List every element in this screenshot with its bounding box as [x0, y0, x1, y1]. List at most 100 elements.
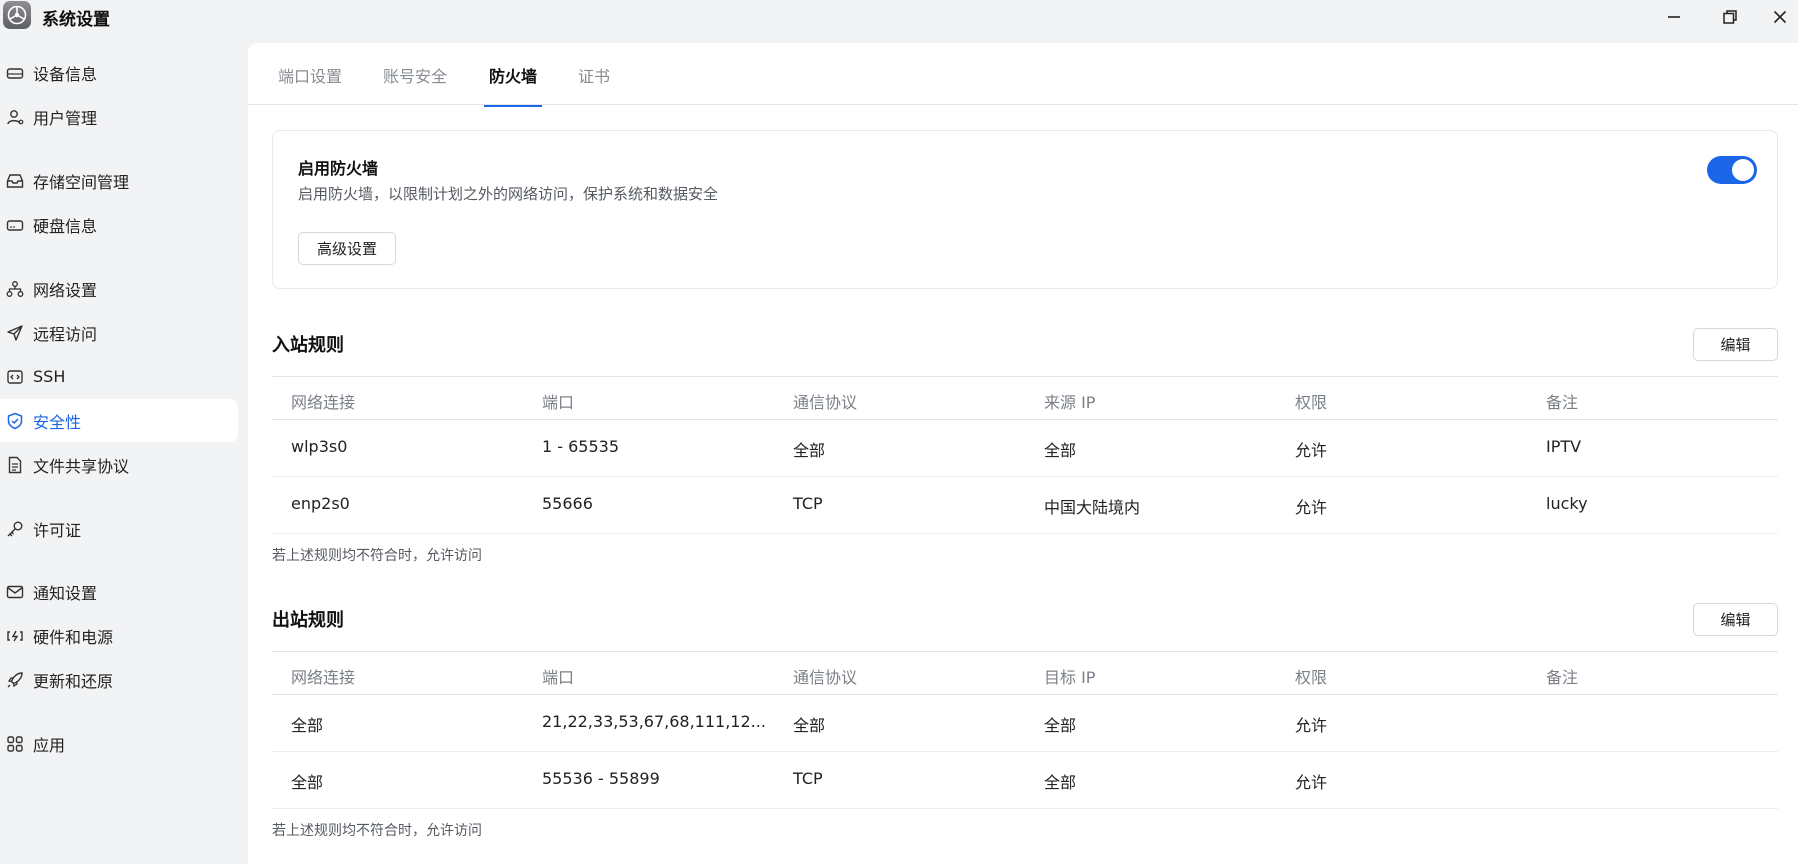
- sidebar-item-label: 应用: [33, 735, 66, 755]
- rocket-icon: [5, 670, 25, 690]
- column-header: 备注: [1546, 393, 1579, 412]
- sidebar-item-update-restore[interactable]: 更新和还原: [0, 658, 238, 701]
- table-cell: wlp3s0: [291, 437, 348, 456]
- sidebar-item-disk-info[interactable]: 硬盘信息: [0, 203, 238, 246]
- table-cell: 1 - 65535: [542, 437, 620, 456]
- advanced-settings-button[interactable]: 高级设置: [298, 232, 396, 265]
- column-header: 备注: [1546, 668, 1579, 687]
- outbound-default-note: 若上述规则均不符合时，允许访问: [272, 823, 482, 839]
- sidebar-item-apps[interactable]: 应用: [0, 722, 238, 765]
- network-icon: [5, 279, 25, 299]
- title-bar: 系统设置: [0, 0, 1798, 34]
- sidebar-item-license[interactable]: 许可证: [0, 507, 238, 550]
- inbound-rules-table: 网络连接 端口 通信协议 来源 IP 权限 备注 wlp3s0 1 - 6553…: [272, 376, 1778, 534]
- sidebar-item-security[interactable]: 安全性: [0, 399, 238, 442]
- sidebar-item-label: SSH: [33, 367, 66, 386]
- main-panel: 端口设置 账号安全 防火墙 证书 启用防火墙 启用防火墙，以限制计划之外的网络访…: [248, 43, 1798, 864]
- column-header: 端口: [542, 393, 575, 412]
- table-cell: enp2s0: [291, 494, 350, 513]
- table-cell: 中国大陆境内: [1044, 498, 1141, 517]
- sidebar-item-user-management[interactable]: 用户管理: [0, 95, 238, 138]
- outbound-rules-title: 出站规则: [272, 610, 344, 631]
- sidebar-item-label: 设备信息: [33, 64, 98, 84]
- table-row: enp2s0 55666 TCP 中国大陆境内 允许 lucky: [272, 477, 1778, 534]
- firewall-title: 启用防火墙: [298, 159, 379, 178]
- table-cell: 允许: [1295, 498, 1328, 517]
- sidebar-item-label: 网络设置: [33, 280, 98, 300]
- sidebar-item-network[interactable]: 网络设置: [0, 267, 238, 310]
- sidebar-item-label: 通知设置: [33, 583, 98, 603]
- disk-icon: [5, 215, 25, 235]
- column-header: 目标 IP: [1044, 668, 1096, 687]
- table-cell: 55666: [542, 494, 593, 513]
- power-icon: [5, 626, 25, 646]
- inbound-default-note: 若上述规则均不符合时，允许访问: [272, 548, 482, 564]
- table-cell: 55536 - 55899: [542, 769, 660, 788]
- firewall-toggle[interactable]: [1707, 156, 1757, 184]
- outbound-rules-table: 网络连接 端口 通信协议 目标 IP 权限 备注 全部 21,22,33,53,…: [272, 651, 1778, 809]
- tab-account-security[interactable]: 账号安全: [383, 63, 447, 105]
- document-icon: [5, 455, 25, 475]
- user-icon: [5, 107, 25, 127]
- column-header: 网络连接: [291, 668, 356, 687]
- firewall-card: 启用防火墙 启用防火墙，以限制计划之外的网络访问，保护系统和数据安全 高级设置: [272, 130, 1778, 289]
- sidebar-item-label: 用户管理: [33, 108, 98, 128]
- sidebar-item-remote-access[interactable]: 远程访问: [0, 311, 238, 354]
- sidebar-item-label: 远程访问: [33, 324, 98, 344]
- table-row: wlp3s0 1 - 65535 全部 全部 允许 IPTV: [272, 420, 1778, 477]
- tab-firewall[interactable]: 防火墙: [484, 63, 543, 107]
- sidebar-item-label: 安全性: [33, 412, 82, 432]
- table-cell: 21,22,33,53,67,68,111,12...: [542, 712, 766, 731]
- close-button[interactable]: [1762, 2, 1798, 32]
- column-header: 端口: [542, 668, 575, 687]
- sidebar-item-notification[interactable]: 通知设置: [0, 570, 238, 613]
- send-icon: [5, 323, 25, 343]
- table-cell: 允许: [1295, 441, 1328, 460]
- sidebar-item-device-info[interactable]: 设备信息: [0, 51, 238, 94]
- tab-bar: 端口设置 账号安全 防火墙 证书: [248, 43, 1798, 107]
- ssh-icon: [5, 367, 25, 387]
- maximize-button[interactable]: [1712, 2, 1748, 32]
- shield-icon: [5, 411, 25, 431]
- tab-certificate[interactable]: 证书: [578, 63, 610, 105]
- table-cell: 全部: [1044, 441, 1077, 460]
- table-header: 网络连接 端口 通信协议 来源 IP 权限 备注: [272, 376, 1778, 420]
- table-cell: lucky: [1546, 494, 1588, 513]
- table-cell: 全部: [291, 716, 324, 735]
- column-header: 权限: [1295, 668, 1328, 687]
- storage-icon: [5, 171, 25, 191]
- sidebar-item-hardware-power[interactable]: 硬件和电源: [0, 614, 238, 657]
- firewall-description: 启用防火墙，以限制计划之外的网络访问，保护系统和数据安全: [298, 185, 719, 203]
- maximize-icon: [1723, 10, 1737, 24]
- tab-port-settings[interactable]: 端口设置: [278, 63, 342, 105]
- sidebar-item-ssh[interactable]: SSH: [0, 355, 238, 398]
- apps-icon: [5, 734, 25, 754]
- minimize-button[interactable]: [1656, 2, 1692, 32]
- inbound-edit-button[interactable]: 编辑: [1693, 328, 1778, 361]
- column-header: 来源 IP: [1044, 393, 1096, 412]
- sidebar-item-storage[interactable]: 存储空间管理: [0, 159, 238, 202]
- sidebar-item-label: 许可证: [33, 520, 82, 540]
- table-cell: IPTV: [1546, 437, 1582, 456]
- table-row: 全部 21,22,33,53,67,68,111,12... 全部 全部 允许: [272, 695, 1778, 752]
- table-cell: 全部: [291, 773, 324, 792]
- mail-icon: [5, 582, 25, 602]
- column-header: 通信协议: [793, 668, 858, 687]
- table-header: 网络连接 端口 通信协议 目标 IP 权限 备注: [272, 651, 1778, 695]
- column-header: 权限: [1295, 393, 1328, 412]
- table-cell: TCP: [793, 769, 823, 788]
- table-cell: 全部: [1044, 716, 1077, 735]
- sidebar-item-label: 存储空间管理: [33, 172, 130, 192]
- close-icon: [1773, 10, 1787, 24]
- table-row: 全部 55536 - 55899 TCP 全部 允许: [272, 752, 1778, 809]
- key-icon: [5, 519, 25, 539]
- inbound-rules-title: 入站规则: [272, 335, 344, 356]
- table-cell: 全部: [1044, 773, 1077, 792]
- table-cell: 全部: [793, 441, 826, 460]
- app-title: 系统设置: [42, 10, 110, 30]
- sidebar-item-file-sharing[interactable]: 文件共享协议: [0, 443, 238, 486]
- table-cell: TCP: [793, 494, 823, 513]
- sidebar-item-label: 硬件和电源: [33, 627, 114, 647]
- table-cell: 允许: [1295, 716, 1328, 735]
- outbound-edit-button[interactable]: 编辑: [1693, 603, 1778, 636]
